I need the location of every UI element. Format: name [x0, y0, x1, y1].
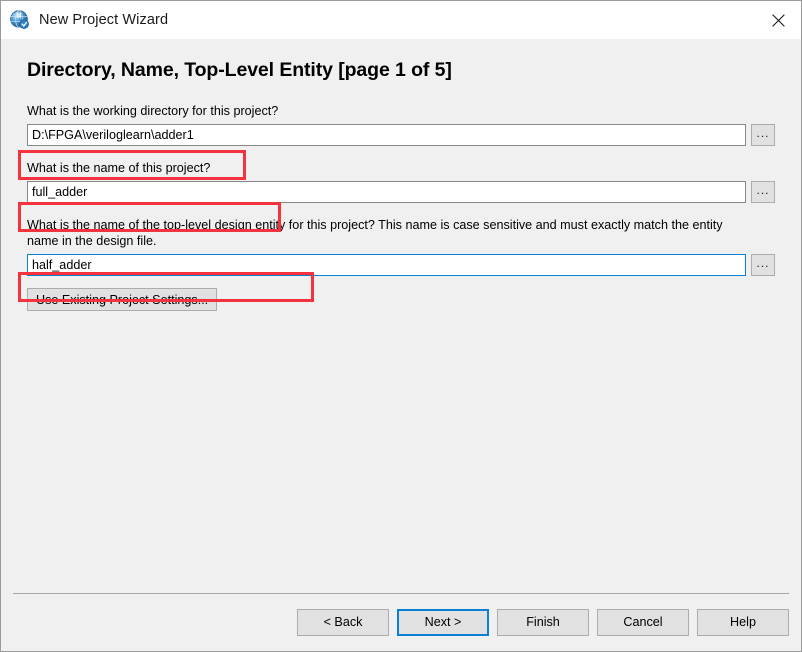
footer-separator	[13, 593, 789, 594]
cancel-button[interactable]: Cancel	[597, 608, 689, 636]
quartus-globe-icon	[9, 9, 31, 31]
dialog-content: Directory, Name, Top-Level Entity [page …	[1, 39, 801, 593]
project-name-label: What is the name of this project?	[27, 161, 211, 175]
top-level-entity-label: What is the name of the top-level design…	[27, 218, 723, 248]
working-directory-browse-button[interactable]: ...	[751, 124, 775, 146]
help-button[interactable]: Help	[697, 608, 789, 636]
top-level-entity-input[interactable]	[27, 254, 746, 276]
page-title: Directory, Name, Top-Level Entity [page …	[27, 59, 452, 81]
project-name-browse-button[interactable]: ...	[751, 181, 775, 203]
top-level-entity-row: ...	[27, 254, 775, 276]
close-icon[interactable]	[755, 1, 801, 39]
next-button[interactable]: Next >	[397, 608, 489, 636]
back-button[interactable]: < Back	[297, 608, 389, 636]
working-directory-input[interactable]	[27, 124, 746, 146]
window-title: New Project Wizard	[39, 12, 169, 28]
dialog-footer: < Back Next > Finish Cancel Help	[1, 593, 801, 651]
working-directory-row: ...	[27, 124, 775, 146]
working-directory-label: What is the working directory for this p…	[27, 104, 279, 118]
finish-button[interactable]: Finish	[497, 608, 589, 636]
new-project-wizard-dialog: New Project Wizard Directory, Name, Top-…	[0, 0, 802, 652]
project-name-row: ...	[27, 181, 775, 203]
project-name-input[interactable]	[27, 181, 746, 203]
titlebar: New Project Wizard	[1, 1, 801, 39]
use-existing-project-settings-button[interactable]: Use Existing Project Settings...	[27, 288, 218, 311]
top-level-entity-browse-button[interactable]: ...	[751, 254, 775, 276]
